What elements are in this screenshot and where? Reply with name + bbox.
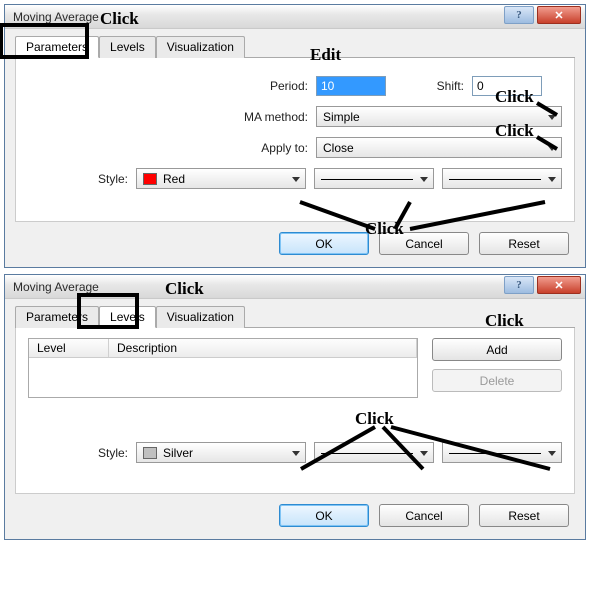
title-bar: Moving Average ? ✕ — [5, 275, 585, 299]
style-label: Style: — [28, 172, 128, 186]
dialog-button-row: OK Cancel Reset — [15, 494, 575, 529]
delete-button[interactable]: Delete — [432, 369, 562, 392]
tab-levels[interactable]: Levels — [99, 306, 156, 328]
reset-button[interactable]: Reset — [479, 504, 569, 527]
col-description: Description — [109, 339, 417, 357]
ma-method-dropdown[interactable]: Simple — [316, 106, 562, 127]
apply-to-value: Close — [323, 141, 354, 155]
style-color-dropdown[interactable]: Silver — [136, 442, 306, 463]
client-area: Parameters Levels Visualization Level De… — [5, 299, 585, 539]
ma-method-label: MA method: — [28, 110, 308, 124]
close-button[interactable]: ✕ — [537, 276, 581, 294]
style-line-dropdown[interactable] — [314, 442, 434, 463]
reset-button[interactable]: Reset — [479, 232, 569, 255]
window-title: Moving Average — [13, 10, 99, 24]
dialog-parameters: Moving Average ? ✕ Parameters Levels Vis… — [4, 4, 586, 268]
parameters-panel: Period: Shift: MA method: Simple Apply t… — [15, 58, 575, 222]
shift-label: Shift: — [394, 79, 464, 93]
style-line-dropdown[interactable] — [314, 168, 434, 189]
tab-parameters[interactable]: Parameters — [15, 36, 99, 58]
title-bar: Moving Average ? ✕ — [5, 5, 585, 29]
dialog-levels: Moving Average ? ✕ Parameters Levels Vis… — [4, 274, 586, 540]
dialog-button-row: OK Cancel Reset — [15, 222, 575, 257]
help-button[interactable]: ? — [504, 6, 534, 24]
levels-list-header: Level Description — [29, 339, 417, 358]
shift-input[interactable] — [472, 76, 542, 96]
tab-levels[interactable]: Levels — [99, 36, 156, 58]
style-color-dropdown[interactable]: Red — [136, 168, 306, 189]
ok-button[interactable]: OK — [279, 232, 369, 255]
ok-button[interactable]: OK — [279, 504, 369, 527]
help-button[interactable]: ? — [504, 276, 534, 294]
tab-bar: Parameters Levels Visualization — [15, 35, 575, 58]
style-color-name: Silver — [163, 446, 193, 460]
tab-visualization[interactable]: Visualization — [156, 36, 245, 58]
levels-list[interactable]: Level Description — [28, 338, 418, 398]
tab-parameters[interactable]: Parameters — [15, 306, 99, 328]
style-width-dropdown[interactable] — [442, 168, 562, 189]
ma-method-value: Simple — [323, 110, 360, 124]
cancel-button[interactable]: Cancel — [379, 504, 469, 527]
apply-to-dropdown[interactable]: Close — [316, 137, 562, 158]
color-swatch-icon — [143, 447, 157, 459]
period-input[interactable] — [316, 76, 386, 96]
tab-bar: Parameters Levels Visualization — [15, 305, 575, 328]
tab-visualization[interactable]: Visualization — [156, 306, 245, 328]
close-button[interactable]: ✕ — [537, 6, 581, 24]
apply-to-label: Apply to: — [28, 141, 308, 155]
cancel-button[interactable]: Cancel — [379, 232, 469, 255]
window-title: Moving Average — [13, 280, 99, 294]
add-button[interactable]: Add — [432, 338, 562, 361]
period-label: Period: — [28, 79, 308, 93]
style-width-dropdown[interactable] — [442, 442, 562, 463]
style-color-name: Red — [163, 172, 185, 186]
col-level: Level — [29, 339, 109, 357]
style-label: Style: — [28, 446, 128, 460]
color-swatch-icon — [143, 173, 157, 185]
levels-panel: Level Description Add Delete Style: Silv… — [15, 328, 575, 494]
client-area: Parameters Levels Visualization Period: … — [5, 29, 585, 267]
